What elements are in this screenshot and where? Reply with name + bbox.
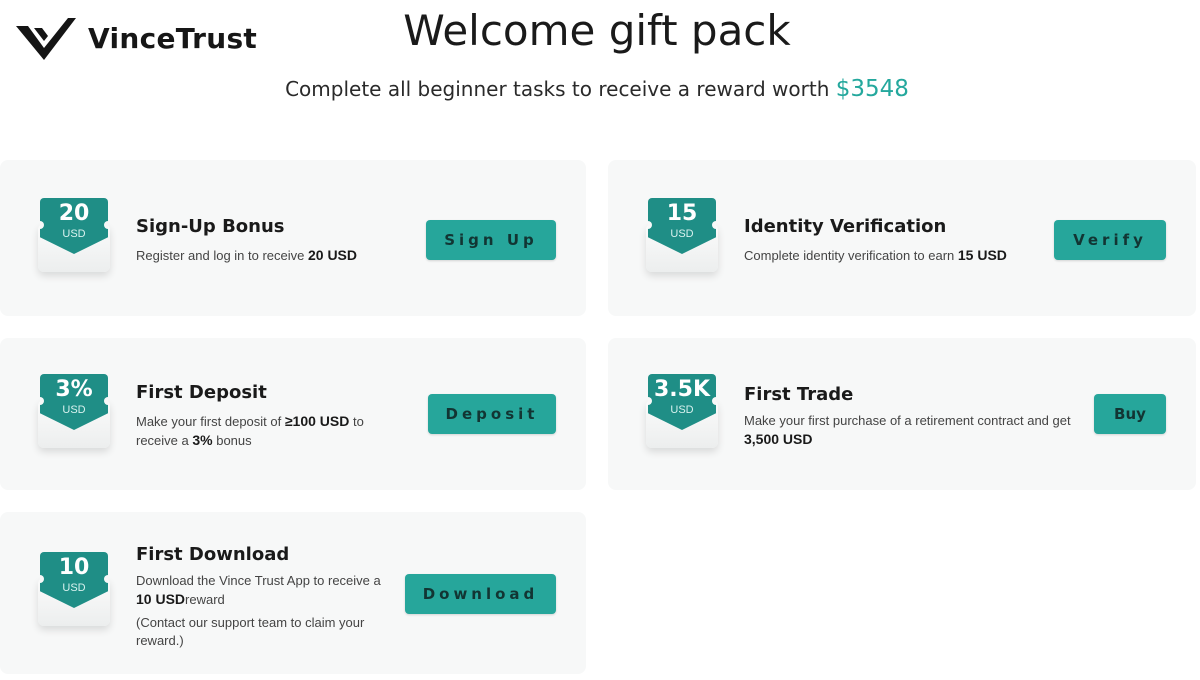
task-description: Complete identity verification to earn 1… (744, 246, 1044, 265)
task-title: Sign-Up Bonus (136, 216, 285, 237)
sign-up-button[interactable]: Sign Up (426, 220, 556, 260)
task-title: First Download (136, 544, 290, 565)
task-card-identity: 15 USD Identity Verification Complete id… (608, 160, 1196, 316)
reward-badge: 15 USD (644, 198, 720, 276)
desc-amount: 3,500 USD (744, 431, 813, 447)
badge-value: 3% (55, 377, 93, 402)
task-title: Identity Verification (744, 216, 947, 237)
badge-unit: USD (62, 404, 86, 416)
desc-amount: 10 USD (136, 591, 186, 607)
desc-amount: 15 USD (957, 247, 1007, 263)
badge-unit: USD (62, 228, 86, 240)
desc-text: reward (185, 592, 225, 607)
subtitle-text: Complete all beginner tasks to receive a… (285, 77, 830, 101)
desc-text: Make your first deposit of (136, 414, 285, 429)
task-description: Make your first deposit of ≥100 USD to r… (136, 412, 396, 450)
badge-value: 20 (58, 201, 90, 226)
desc-text: Register and log in to receive (136, 248, 308, 263)
badge-value: 15 (666, 201, 698, 226)
buy-button[interactable]: Buy (1094, 394, 1166, 434)
page-subtitle: Complete all beginner tasks to receive a… (0, 76, 1194, 102)
badge-unit: USD (670, 404, 694, 416)
task-description: Download the Vince Trust App to receive … (136, 572, 394, 609)
badge-value: 10 (58, 555, 90, 580)
reward-badge: 3.5K USD (644, 374, 720, 452)
reward-badge: 10 USD (36, 552, 112, 630)
badge-value: 3.5K (653, 377, 711, 402)
desc-text: Download the Vince Trust App to receive … (136, 573, 381, 588)
desc-amount: 20 USD (307, 247, 358, 263)
reward-badge: 3% USD (36, 374, 112, 452)
page-title: Welcome gift pack (403, 6, 791, 55)
task-card-signup: 20 USD Sign-Up Bonus Register and log in… (0, 160, 586, 316)
task-description: Register and log in to receive 20 USD (136, 246, 396, 265)
task-card-trade: 3.5K USD First Trade Make your first pur… (608, 338, 1196, 490)
reward-amount: $3548 (835, 76, 909, 102)
desc-text: Complete identity verification to earn (744, 248, 958, 263)
deposit-button[interactable]: Deposit (428, 394, 556, 434)
download-button[interactable]: Download (405, 574, 556, 614)
desc-percent: 3% (192, 432, 213, 448)
welcome-gift-page: VinceTrust Welcome gift pack Complete al… (0, 0, 1200, 680)
desc-text: bonus (212, 433, 252, 448)
desc-amount: ≥100 USD (284, 413, 350, 429)
task-title: First Deposit (136, 382, 267, 403)
task-card-download: 10 USD First Download Download the Vince… (0, 512, 586, 674)
task-title: First Trade (744, 384, 854, 405)
support-note: (Contact our support team to claim your … (136, 615, 365, 648)
badge-unit: USD (62, 582, 86, 594)
badge-unit: USD (670, 228, 694, 240)
reward-badge: 20 USD (36, 198, 112, 276)
task-card-deposit: 3% USD First Deposit Make your first dep… (0, 338, 586, 490)
verify-button[interactable]: Verify (1054, 220, 1166, 260)
desc-text: Make your first purchase of a retirement… (744, 413, 1071, 428)
task-description: Make your first purchase of a retirement… (744, 412, 1084, 449)
